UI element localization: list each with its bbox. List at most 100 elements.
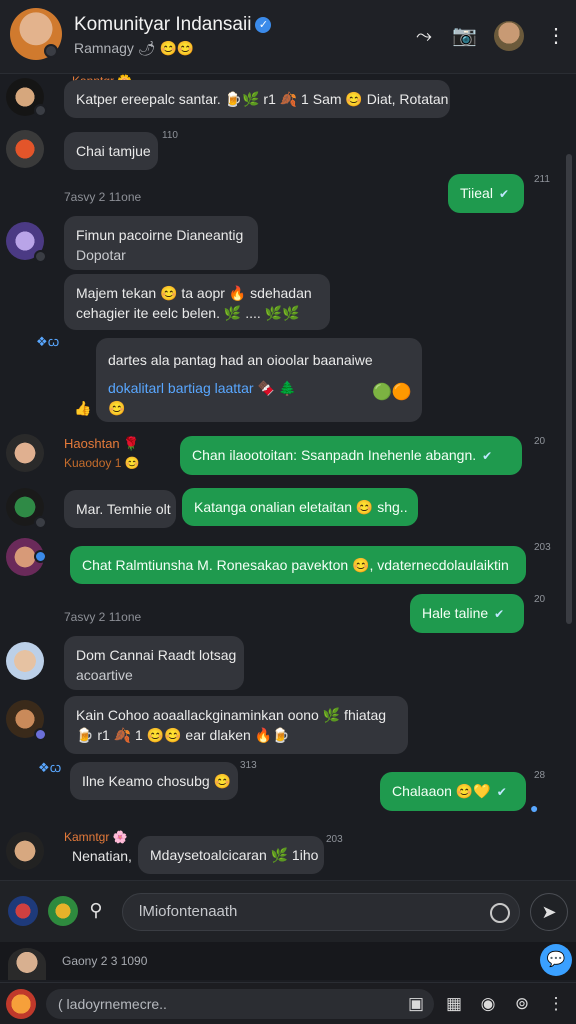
message-bubble[interactable]: Dom Cannai Raadt lotsag acoartive	[64, 636, 244, 690]
status-icon: ●	[530, 800, 539, 816]
message-bubble[interactable]: Fimun pacoirne Dianeantig Dopotar	[64, 216, 258, 270]
camera-icon[interactable]: ⊚	[510, 992, 534, 1016]
secondary-input[interactable]: ( ladoyrnemecre..	[46, 989, 434, 1019]
user-avatar[interactable]	[494, 21, 524, 51]
read-receipt-icon: ✔	[496, 785, 507, 799]
message-bubble-outgoing[interactable]: Katanga onalian eletaitan 😊 shg..	[182, 488, 418, 526]
message-bubble[interactable]: Mdaysetoalcicaran 🌿 1iho	[138, 836, 324, 874]
scrollbar[interactable]	[566, 154, 572, 624]
message-time: 28	[534, 770, 546, 781]
reaction-icon[interactable]: ❖ꞷ	[36, 332, 59, 350]
emoji-picker-icon[interactable]	[490, 903, 510, 923]
avatar[interactable]	[6, 832, 44, 870]
message-time: 211	[534, 174, 550, 185]
date-separator: 7asvy 2 11one	[64, 190, 142, 204]
avatar-badge	[34, 516, 47, 529]
message-time: 20	[534, 594, 546, 605]
message-text: Kain Cohoo aoaallackginaminkan oono 🌿 fh…	[76, 707, 387, 723]
message-text: Chai tamjue	[76, 143, 151, 159]
avatar[interactable]	[6, 130, 44, 168]
message-bubble-outgoing[interactable]: Chalaaon 😊💛 ✔	[380, 772, 526, 811]
message-bubble[interactable]: Majem tekan 😊 ta aopr 🔥 sdehadan cehagie…	[64, 274, 330, 330]
message-text: Ilne Keamo chosubg 😊	[82, 773, 231, 789]
message-time: 203	[534, 542, 551, 553]
share-icon[interactable]: ⤳	[412, 24, 436, 48]
message-list[interactable]: Kanntgr 🌼 Katper ereepalc santar. 🍺🌿 r1 …	[0, 74, 576, 880]
message-bubble-outgoing[interactable]: Tiieal ✔	[448, 174, 524, 213]
sender-status: Kuaodoy 1 😊	[64, 456, 140, 470]
message-bubble-outgoing[interactable]: Chat Ralmtiunsha M. Ronesakao pavekton 😊…	[70, 546, 526, 584]
avatar[interactable]	[6, 642, 44, 680]
bottom-bar: ( ladoyrnemecre.. ▣ ▦ ◉ ⊚ ⋮	[0, 982, 576, 1024]
date-separator: 7asvy 2 11one	[64, 610, 142, 624]
message-time: 20	[534, 436, 546, 447]
camera-icon[interactable]: 📷	[452, 24, 477, 48]
avatar-badge	[34, 104, 47, 117]
message-text: Dom Cannai Raadt lotsag	[76, 647, 237, 663]
play-icon[interactable]: ◉	[476, 992, 500, 1016]
more-vert-icon[interactable]: ⋮	[544, 992, 568, 1016]
message-text: Dopotar	[76, 247, 126, 263]
chat-bubble-icon[interactable]: 💬	[540, 944, 572, 976]
avatar[interactable]	[8, 948, 46, 980]
message-text: Chat Ralmtiunsha M. Ronesakao pavekton 😊…	[82, 557, 509, 573]
secondary-input-placeholder: ( ladoyrnemecre..	[58, 996, 167, 1012]
image-icon[interactable]: ▣	[404, 992, 428, 1016]
message-text: Mar. Temhie olt	[76, 501, 171, 517]
message-text: Majem tekan 😊 ta aopr 🔥 sdehadan	[76, 285, 312, 301]
message-text: dartes ala pantag had an oioolar baanaiw…	[108, 352, 373, 368]
send-button[interactable]: ➤	[530, 893, 568, 931]
message-text: Chan ilaootoitan: Ssanpadn Inehenle aban…	[192, 447, 477, 463]
group-subtitle: Ramnagy 🌶 😊😊	[74, 40, 195, 56]
message-bubble[interactable]: Ilne Keamo chosubg 😊	[70, 762, 238, 800]
message-text: 🍺 r1 🍂 1 😊😊 ear dlaken 🔥🍺	[76, 727, 290, 743]
message-bubble[interactable]: Mar. Temhie olt	[64, 490, 176, 528]
emoji-icon[interactable]	[48, 896, 78, 926]
message-text: Nenatian,	[72, 848, 132, 864]
reaction-icon[interactable]: 🟢🟠	[372, 382, 412, 402]
avatar-badge	[34, 250, 47, 263]
avatar-badge	[34, 728, 47, 741]
message-text: cehagier ite eelc belen. 🌿 .... 🌿🌿	[76, 305, 300, 321]
message-input-placeholder: lMiofontenaath	[139, 903, 238, 920]
emoji-icon: 😊	[108, 400, 126, 416]
read-receipt-icon: ✔	[498, 187, 509, 201]
sender-name: Haoshtan 🌹	[64, 436, 140, 451]
attach-icon[interactable]: ⚲	[84, 898, 108, 922]
message-time: 313	[240, 760, 257, 771]
gif-icon[interactable]: ▦	[442, 992, 466, 1016]
sticker-icon[interactable]	[8, 896, 38, 926]
notification-strip: Gaony 2 3 1090	[0, 942, 576, 980]
message-text: Chalaaon 😊💛	[392, 783, 491, 799]
avatar[interactable]	[6, 434, 44, 472]
message-time: 203	[326, 834, 343, 845]
message-bubble[interactable]: dartes ala pantag had an oioolar baanaiw…	[96, 338, 422, 422]
message-bubble[interactable]: Chai tamjue	[64, 132, 158, 170]
group-title-text: Komunityar Indansaii	[74, 14, 252, 35]
profile-avatar[interactable]	[6, 989, 36, 1019]
message-bubble-outgoing[interactable]: Chan ilaootoitan: Ssanpadn Inehenle aban…	[180, 436, 522, 475]
sender-name: Kamntgr 🌸	[64, 830, 128, 844]
verified-icon: ✓	[255, 17, 272, 33]
message-bubble[interactable]: Kain Cohoo aoaallackginaminkan oono 🌿 fh…	[64, 696, 408, 754]
message-text: dokalitarl bartiag laattar 🍫 🌲	[108, 380, 297, 396]
message-text: acoartive	[76, 667, 133, 683]
read-receipt-icon: ✔	[482, 449, 493, 463]
message-text: Hale taline	[422, 605, 489, 621]
message-text: Katper ereepalc santar. 🍺🌿 r1 🍂 1 Sam 😊 …	[76, 91, 449, 107]
chat-header: Komunityar Indansaii ✓ Ramnagy 🌶 😊😊 ⤳ 📷 ⋮	[0, 0, 576, 74]
message-input[interactable]: lMiofontenaath	[122, 893, 520, 931]
like-icon[interactable]: 👍	[74, 400, 91, 417]
more-vert-icon[interactable]: ⋮	[544, 24, 568, 48]
reaction-icon[interactable]: ❖ꞷ	[38, 758, 61, 776]
message-text: Mdaysetoalcicaran 🌿 1iho	[150, 847, 319, 863]
message-bubble[interactable]: Katper ereepalc santar. 🍺🌿 r1 🍂 1 Sam 😊 …	[64, 80, 450, 118]
message-bubble-outgoing[interactable]: Hale taline ✔	[410, 594, 524, 633]
read-receipt-icon: ✔	[494, 607, 505, 621]
message-time: 110	[162, 130, 178, 141]
message-text: Katanga onalian eletaitan 😊 shg..	[194, 499, 408, 515]
message-text: Fimun pacoirne Dianeantig	[76, 227, 244, 243]
group-title[interactable]: Komunityar Indansaii ✓	[74, 14, 272, 36]
avatar-status-badge	[44, 44, 58, 58]
strip-text: Gaony 2 3 1090	[62, 954, 148, 968]
